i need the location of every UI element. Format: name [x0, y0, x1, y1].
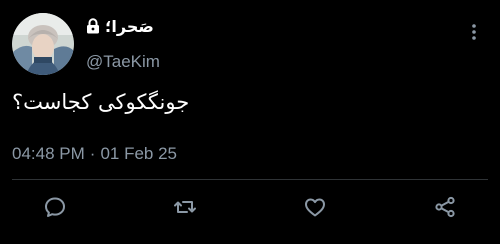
- tweet-timestamp[interactable]: 04:48 PM · 01 Feb 25: [12, 144, 177, 164]
- timestamp-separator: ·: [89, 144, 96, 163]
- reply-icon: [45, 197, 65, 217]
- divider: [12, 179, 488, 180]
- retweet-icon: [174, 201, 196, 213]
- more-vertical-icon[interactable]: [466, 22, 482, 42]
- share-button[interactable]: [430, 192, 460, 222]
- author-name-row: صَحرا؛: [86, 14, 154, 38]
- tweet-text: جونگکوکی کجاست؟: [12, 90, 190, 114]
- profile-photo: [12, 13, 74, 75]
- heart-icon: [305, 198, 325, 217]
- action-bar: [0, 192, 500, 222]
- tweet-date: 01 Feb 25: [100, 144, 177, 163]
- like-button[interactable]: [300, 192, 330, 222]
- reply-button[interactable]: [40, 192, 70, 222]
- tweet-card: صَحرا؛ @TaeKim جونگکوکی کجاست؟ 04:48 PM …: [0, 0, 500, 244]
- lock-icon: [86, 18, 100, 34]
- retweet-button[interactable]: [170, 192, 200, 222]
- display-name[interactable]: صَحرا؛: [105, 17, 154, 36]
- share-icon: [435, 196, 455, 218]
- tweet-time: 04:48 PM: [12, 144, 85, 163]
- avatar[interactable]: [12, 13, 74, 75]
- user-handle[interactable]: @TaeKim: [86, 52, 160, 72]
